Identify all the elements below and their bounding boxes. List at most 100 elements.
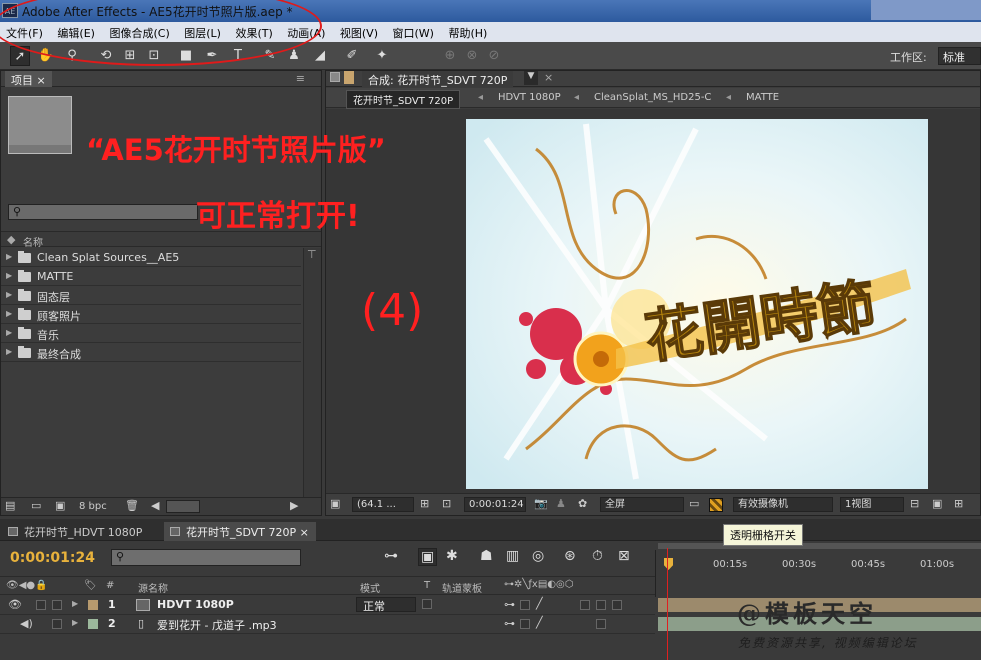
delete-icon[interactable]: 🗑 <box>125 499 139 512</box>
project-item[interactable]: ▶ 固态层 <box>1 286 301 305</box>
name-column-header[interactable]: 名称 <box>23 234 43 249</box>
label-column-icon[interactable]: ◆ <box>7 233 15 246</box>
shy-icon[interactable]: ⊶ <box>504 617 515 630</box>
pixel-aspect-icon[interactable]: ⊟ <box>910 497 919 510</box>
label-color-swatch[interactable] <box>88 600 98 610</box>
lock-toggle[interactable] <box>52 600 62 610</box>
adjustment-toggle[interactable] <box>596 619 606 629</box>
expand-icon[interactable]: ▶ <box>6 347 12 356</box>
draft-3d-icon[interactable]: ✱ <box>446 548 458 564</box>
region-of-interest-icon[interactable]: ▭ <box>689 497 699 510</box>
mode-header[interactable]: 模式 <box>360 580 380 595</box>
window-controls[interactable] <box>871 0 981 20</box>
switches-icon[interactable]: ⊶✲╲ƒx▤◐◎⬡ <box>504 579 573 590</box>
new-comp-icon[interactable]: ▣ <box>55 499 65 512</box>
workspace-dropdown[interactable]: 标准 <box>938 47 981 65</box>
blend-mode-dropdown[interactable]: 正常 <box>356 597 416 613</box>
project-tab[interactable]: 项目 × <box>5 71 52 87</box>
comp-viewer[interactable]: 花開時節 “AE5花开时节照片版” 可正常打开! (4) <box>86 109 980 493</box>
label-icon[interactable]: 🏷 <box>84 580 97 591</box>
breadcrumb[interactable]: 花开时节_SDVT 720P <box>346 90 461 109</box>
timeline-search-input[interactable]: ⚲ <box>111 549 301 566</box>
3d-layer-toggle[interactable] <box>612 600 622 610</box>
source-name-header[interactable]: 源名称 <box>138 580 168 595</box>
lock-toggle[interactable] <box>52 619 62 629</box>
quality-icon[interactable]: ╱ <box>536 597 543 610</box>
axis-icon[interactable]: ⊕ <box>440 46 460 66</box>
timeline-tab[interactable]: 花开时节_HDVT 1080P <box>2 522 149 541</box>
playhead-handle[interactable] <box>664 558 673 570</box>
resolution-dropdown[interactable]: 全屏 <box>600 497 684 512</box>
panel-menu-icon[interactable]: ≡ <box>296 72 305 85</box>
breadcrumb[interactable]: MATTE <box>746 92 779 103</box>
expand-icon[interactable]: ▶ <box>6 328 12 337</box>
view-axis-icon[interactable]: ⊘ <box>484 46 504 66</box>
work-area-bar[interactable] <box>658 543 981 549</box>
label-color-swatch[interactable] <box>88 619 98 629</box>
breadcrumb[interactable]: HDVT 1080P <box>498 92 561 103</box>
live-update-icon[interactable]: ▣ <box>418 548 438 566</box>
scroll-right-icon[interactable]: ▶ <box>290 499 298 512</box>
transparency-grid-icon[interactable] <box>709 498 723 512</box>
project-item[interactable]: ▶ 顾客照片 <box>1 305 301 324</box>
bpc-button[interactable]: 8 bpc <box>79 501 107 512</box>
eye-icon[interactable]: 👁 <box>8 598 22 611</box>
expand-icon[interactable]: ▶ <box>6 290 12 299</box>
camera-dropdown[interactable]: 有效摄像机 <box>733 497 833 512</box>
breadcrumb[interactable]: CleanSplat_MS_HD25-C <box>594 92 711 103</box>
project-item[interactable]: ▶ 最终合成 <box>1 343 301 362</box>
table-row[interactable]: ◀) ▶ 2 ▯ 爱到花开 - 戊道子 .mp3 ⊶ ╱ <box>0 615 655 634</box>
motion-blur-toggle[interactable] <box>580 600 590 610</box>
composition-tab[interactable]: 合成: 花开时节_SDVT 720P <box>362 71 514 87</box>
solo-toggle[interactable] <box>36 600 46 610</box>
preserve-transparency-toggle[interactable] <box>422 599 432 609</box>
show-snapshot-icon[interactable]: ♟ <box>556 497 566 510</box>
project-scrollbar[interactable]: ⊤ <box>303 248 321 498</box>
frame-blending-icon[interactable]: ▥ <box>506 548 519 564</box>
graph-editor-icon[interactable]: ⊠ <box>618 548 630 564</box>
mask-visibility-icon[interactable]: ⊡ <box>442 497 451 510</box>
world-axis-icon[interactable]: ⊗ <box>462 46 482 66</box>
new-folder-icon[interactable]: ▭ <box>31 499 41 512</box>
audio-icon[interactable]: ◀) <box>20 617 33 630</box>
magnification-dropdown[interactable]: (64.1 ... <box>352 497 414 512</box>
project-item[interactable]: ▶ MATTE <box>1 267 301 286</box>
current-time-display[interactable]: 0:00:01:24 <box>464 497 526 512</box>
expand-icon[interactable]: ▶ <box>6 252 12 261</box>
interpret-footage-icon[interactable]: ▤ <box>5 499 15 512</box>
expand-icon[interactable]: ▶ <box>72 618 78 627</box>
roto-brush-icon[interactable]: ✐ <box>342 46 362 66</box>
view-layout-dropdown[interactable]: 1视图 <box>840 497 904 512</box>
puppet-pin-icon[interactable]: ✦ <box>372 46 392 66</box>
project-search-input[interactable]: ⚲ <box>8 204 198 220</box>
lock-icon[interactable] <box>330 72 340 82</box>
layer-name[interactable]: HDVT 1080P <box>157 598 234 611</box>
shy-icon[interactable]: ⊶ <box>504 598 515 611</box>
timeline-tab[interactable]: 花开时节_SDVT 720P × <box>164 522 316 541</box>
brainstorm-icon[interactable]: ⊛ <box>564 548 576 564</box>
auto-keyframe-icon[interactable]: ⏱ <box>592 548 603 564</box>
horizontal-scroll-thumb[interactable] <box>166 500 200 513</box>
fast-preview-icon[interactable]: ▣ <box>932 497 942 510</box>
comp-dropdown-icon[interactable]: ▼ <box>524 71 538 85</box>
comp-mini-flowchart-icon[interactable]: ⊶ <box>384 548 398 564</box>
quality-icon[interactable]: ╱ <box>536 616 543 629</box>
menu-help[interactable]: 帮助(H) <box>442 22 492 41</box>
table-row[interactable]: 👁 ▶ 1 HDVT 1080P 正常 ⊶ ╱ <box>0 596 655 615</box>
project-item[interactable]: ▶ Clean Splat Sources__AE5 <box>1 248 301 267</box>
timeline-icon[interactable]: ⊞ <box>954 497 963 510</box>
menu-window[interactable]: 窗口(W) <box>386 22 438 41</box>
menu-view[interactable]: 视图(V) <box>334 22 383 41</box>
av-features-icon[interactable]: 👁◀●🔒 <box>6 580 48 591</box>
track-matte-header[interactable]: 轨道蒙板 <box>442 580 482 595</box>
current-time[interactable]: 0:00:01:24 <box>10 550 95 566</box>
expand-icon[interactable]: ▶ <box>6 271 12 280</box>
scroll-left-icon[interactable]: ◀ <box>151 499 159 512</box>
playhead-line[interactable] <box>667 548 668 660</box>
project-item[interactable]: ▶ 音乐 <box>1 324 301 343</box>
eraser-icon[interactable]: ◢ <box>310 46 330 66</box>
motion-blur-icon[interactable]: ◎ <box>532 548 544 564</box>
snapshot-icon[interactable]: 📷 <box>534 497 548 510</box>
collapse-toggle[interactable] <box>520 619 530 629</box>
expand-icon[interactable]: ▶ <box>72 599 78 608</box>
